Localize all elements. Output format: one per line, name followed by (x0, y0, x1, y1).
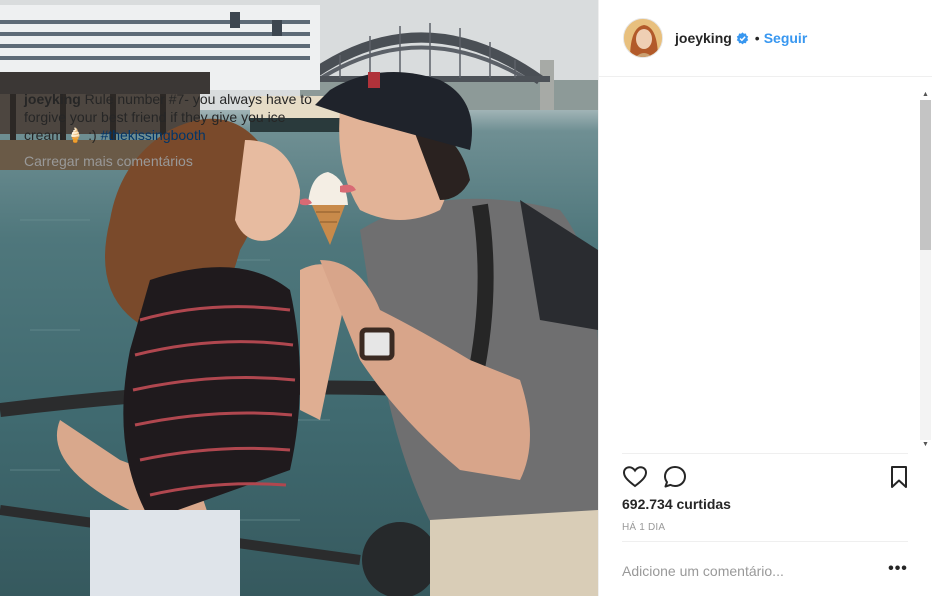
comment-icon[interactable] (662, 464, 688, 490)
more-options-button[interactable]: ••• (886, 559, 910, 583)
divider (622, 541, 908, 542)
heart-icon[interactable] (622, 464, 648, 490)
likes-label: curtidas (672, 496, 731, 512)
verified-badge-icon (736, 31, 748, 44)
follow-button[interactable]: Seguir (764, 30, 808, 46)
avatar-image (624, 19, 662, 57)
divider (622, 453, 908, 454)
post-actions (622, 460, 910, 492)
header-separator: • (754, 30, 760, 46)
post-header: joeyking • Seguir (599, 0, 932, 77)
comment-input[interactable] (622, 559, 872, 583)
caption-hashtag[interactable]: #thekissingbooth (101, 127, 206, 143)
caption: joeyking Rule number #7- you always have… (24, 90, 314, 144)
load-more-comments-link[interactable]: Carregar mais comentários (24, 152, 314, 170)
likes-number: 692.734 (622, 496, 673, 512)
add-comment-form: ••• (622, 555, 910, 587)
comments-area: joeyking Rule number #7- you always have… (24, 90, 314, 448)
caption-username[interactable]: joeyking (24, 91, 81, 107)
scroll-up-arrow-icon[interactable]: ▲ (920, 90, 931, 100)
scroll-down-arrow-icon[interactable]: ▼ (920, 440, 931, 450)
scrollbar-thumb[interactable] (920, 100, 931, 250)
comments-scrollbar[interactable]: ▲ ▼ (918, 90, 932, 452)
likes-count[interactable]: 692.734 curtidas (622, 496, 731, 512)
post-username[interactable]: joeyking (675, 30, 732, 46)
avatar[interactable] (623, 18, 663, 58)
post-timestamp[interactable]: HÁ 1 DIA (622, 522, 665, 533)
bookmark-icon[interactable] (886, 464, 912, 490)
